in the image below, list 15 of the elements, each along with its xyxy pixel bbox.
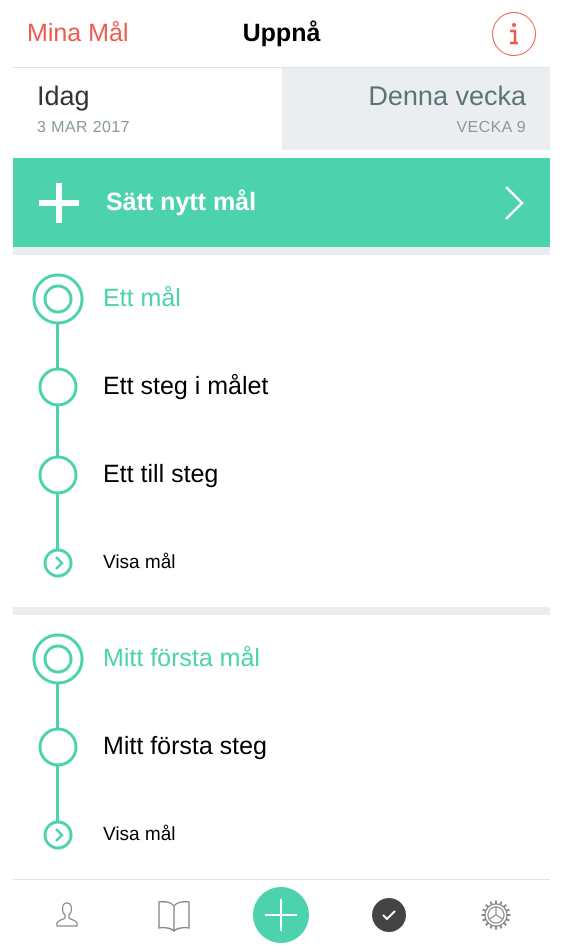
show-goal-link[interactable]: Visa mål <box>103 820 176 850</box>
plus-icon <box>263 896 300 932</box>
step-label: Mitt första steg <box>103 731 267 762</box>
goal-title: Ett mål <box>103 283 181 314</box>
show-goal-link[interactable]: Visa mål <box>103 548 176 578</box>
segment-tab[interactable]: Denna vecka VECKA 9 <box>282 68 550 150</box>
check-tab[interactable] <box>372 898 406 932</box>
chevron-right-icon <box>503 184 525 220</box>
step-label: Ett till steg <box>103 459 218 490</box>
settings-icon <box>480 898 512 930</box>
goal-title: Mitt första mål <box>103 643 260 674</box>
plus-icon <box>38 182 80 224</box>
info-icon[interactable] <box>492 12 536 56</box>
step-label: Ett steg i målet <box>103 371 268 402</box>
page-title: Uppnå <box>242 18 320 49</box>
